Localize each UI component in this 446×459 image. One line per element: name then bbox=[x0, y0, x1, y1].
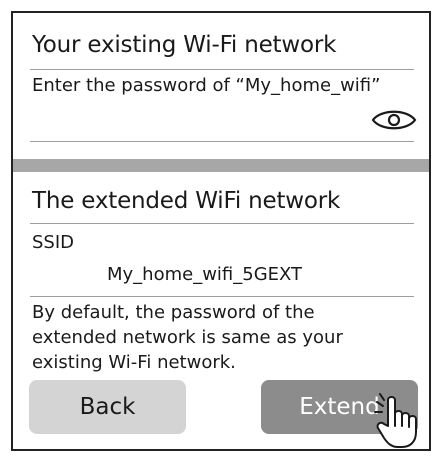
back-button[interactable]: Back bbox=[29, 380, 186, 434]
password-input[interactable] bbox=[30, 103, 370, 141]
password-note-line: By default, the password of the bbox=[32, 302, 315, 323]
eye-icon[interactable] bbox=[371, 107, 417, 133]
ssid-label: SSID bbox=[32, 232, 75, 253]
hand-pointer-icon bbox=[374, 393, 417, 448]
section-divider bbox=[13, 159, 429, 172]
title-underline bbox=[30, 69, 414, 70]
wifi-extender-panel: Your existing Wi-Fi network Enter the pa… bbox=[11, 11, 431, 451]
password-note-line: extended network is same as your bbox=[32, 327, 343, 348]
password-underline bbox=[30, 141, 414, 142]
password-note: By default, the password of the extended… bbox=[32, 300, 422, 375]
extended-title-underline bbox=[30, 223, 414, 224]
ssid-underline bbox=[30, 296, 414, 297]
password-prompt: Enter the password of “My_home_wifi” bbox=[32, 75, 381, 96]
extended-network-title: The extended WiFi network bbox=[32, 188, 341, 214]
existing-network-title: Your existing Wi-Fi network bbox=[32, 32, 337, 58]
password-note-line: existing Wi-Fi network. bbox=[32, 352, 236, 373]
ssid-value[interactable]: My_home_wifi_5GEXT bbox=[107, 264, 302, 285]
